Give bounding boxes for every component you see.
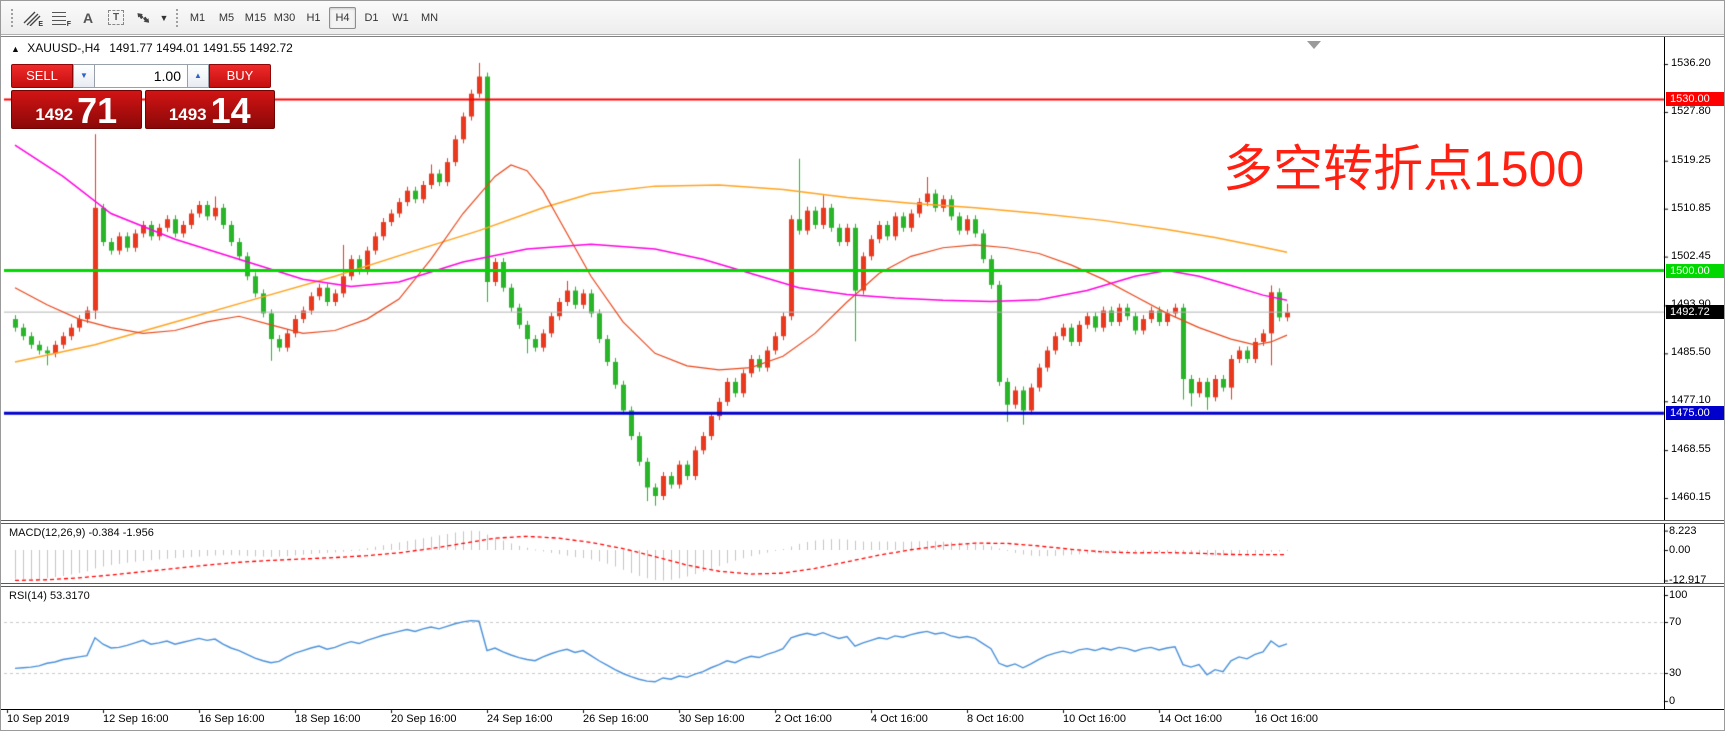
price-axis-label: 1485.50 <box>1671 346 1711 358</box>
chart-shift-marker-icon[interactable] <box>1307 41 1321 49</box>
trading-platform-window: E F A T ▼ M1M5M15M30H1H4D1W1MN ▲ XAUUSD-… <box>0 0 1725 731</box>
timeframe-H1[interactable]: H1 <box>300 7 327 29</box>
rsi-axis-label: 0 <box>1669 695 1675 707</box>
text-label-icon[interactable]: T <box>102 6 130 30</box>
volume-input[interactable] <box>95 64 187 88</box>
symbol-header: ▲ XAUUSD-,H4 1491.77 1494.01 1491.55 149… <box>11 41 299 55</box>
macd-panel-splitter[interactable] <box>1 520 1725 524</box>
price-axis-label: 1502.45 <box>1671 250 1711 262</box>
buy-price-pips: 14 <box>211 93 251 129</box>
toolbar: E F A T ▼ M1M5M15M30H1H4D1W1MN <box>1 1 1725 35</box>
price-tag-1530.00: 1530.00 <box>1666 92 1725 106</box>
time-axis-label: 26 Sep 16:00 <box>583 713 648 725</box>
rsi-indicator-label: RSI(14) 53.3170 <box>9 590 90 602</box>
volume-increase-button[interactable]: ▲ <box>187 64 209 88</box>
price-axis-label: 1536.20 <box>1671 57 1711 69</box>
buy-price-tile[interactable]: 1493 14 <box>145 90 276 129</box>
chart-text-annotation[interactable]: 多空转折点1500 <box>1223 143 1584 195</box>
time-axis-label: 20 Sep 16:00 <box>391 713 456 725</box>
rsi-axis-label: 100 <box>1669 589 1687 601</box>
chart-top-border <box>1 36 1725 37</box>
fibonacci-retracement-icon[interactable]: F <box>46 6 74 30</box>
price-tag-1492.72: 1492.72 <box>1666 305 1725 319</box>
time-axis-border <box>1 709 1725 710</box>
sell-button[interactable]: SELL <box>11 64 73 88</box>
rsi-axis-label: 70 <box>1669 616 1681 628</box>
timeframe-M15[interactable]: M15 <box>242 7 269 29</box>
timeframe-M1[interactable]: M1 <box>184 7 211 29</box>
text-icon[interactable]: A <box>74 6 102 30</box>
toolbar-drag-handle[interactable] <box>174 7 179 29</box>
time-axis-label: 12 Sep 16:00 <box>103 713 168 725</box>
time-axis-label: 2 Oct 16:00 <box>775 713 832 725</box>
time-axis-label: 14 Oct 16:00 <box>1159 713 1222 725</box>
price-axis-label: 1468.55 <box>1671 443 1711 455</box>
timeframe-H4[interactable]: H4 <box>329 7 356 29</box>
timeframe-MN[interactable]: MN <box>416 7 443 29</box>
timeframe-D1[interactable]: D1 <box>358 7 385 29</box>
time-axis-label: 10 Sep 2019 <box>7 713 69 725</box>
price-axis-label: 1519.25 <box>1671 154 1711 166</box>
timeframe-toolbar: M1M5M15M30H1H4D1W1MN <box>183 7 444 29</box>
buy-button[interactable]: BUY <box>209 64 271 88</box>
price-axis-label: 1477.10 <box>1671 394 1711 406</box>
arrows-palette-icon[interactable] <box>130 6 158 30</box>
macd-axis-label: 8.223 <box>1669 525 1697 537</box>
rsi-axis-label: 30 <box>1669 667 1681 679</box>
buy-price-main: 1493 <box>169 105 207 125</box>
symbol-name: XAUUSD-,H4 <box>27 41 100 55</box>
price-tag-1475.00: 1475.00 <box>1666 406 1725 420</box>
price-tag-1500.00: 1500.00 <box>1666 264 1725 278</box>
time-axis-label: 16 Oct 16:00 <box>1255 713 1318 725</box>
price-axis-border <box>1664 37 1665 710</box>
price-axis-label: 1460.15 <box>1671 491 1711 503</box>
time-axis-label: 4 Oct 16:00 <box>871 713 928 725</box>
time-axis-label: 10 Oct 16:00 <box>1063 713 1126 725</box>
timeframe-W1[interactable]: W1 <box>387 7 414 29</box>
ohlc-values: 1491.77 1494.01 1491.55 1492.72 <box>109 41 293 55</box>
sell-price-main: 1492 <box>35 105 73 125</box>
price-axis-label: 1527.80 <box>1671 105 1711 117</box>
arrows-dropdown-caret-icon[interactable]: ▼ <box>158 6 170 30</box>
time-axis-label: 30 Sep 16:00 <box>679 713 744 725</box>
macd-indicator-label: MACD(12,26,9) -0.384 -1.956 <box>9 527 154 539</box>
price-axis-label: 1510.85 <box>1671 202 1711 214</box>
timeframe-M5[interactable]: M5 <box>213 7 240 29</box>
macd-axis-label: 0.00 <box>1669 544 1690 556</box>
rsi-panel-splitter[interactable] <box>1 583 1725 587</box>
equidistant-channel-icon[interactable]: E <box>18 6 46 30</box>
sell-price-tile[interactable]: 1492 71 <box>11 90 142 129</box>
time-axis-label: 24 Sep 16:00 <box>487 713 552 725</box>
volume-decrease-button[interactable]: ▼ <box>73 64 95 88</box>
one-click-trading-panel: SELL ▼ ▲ BUY 1492 71 1493 14 <box>11 64 275 129</box>
toolbar-drag-handle[interactable] <box>9 7 14 29</box>
macd-axis-label: -12.917 <box>1669 574 1706 586</box>
timeframe-M30[interactable]: M30 <box>271 7 298 29</box>
time-axis-label: 8 Oct 16:00 <box>967 713 1024 725</box>
sell-price-pips: 71 <box>77 93 117 129</box>
time-axis-label: 18 Sep 16:00 <box>295 713 360 725</box>
collapse-panel-icon[interactable]: ▲ <box>11 44 20 54</box>
time-axis-label: 16 Sep 16:00 <box>199 713 264 725</box>
